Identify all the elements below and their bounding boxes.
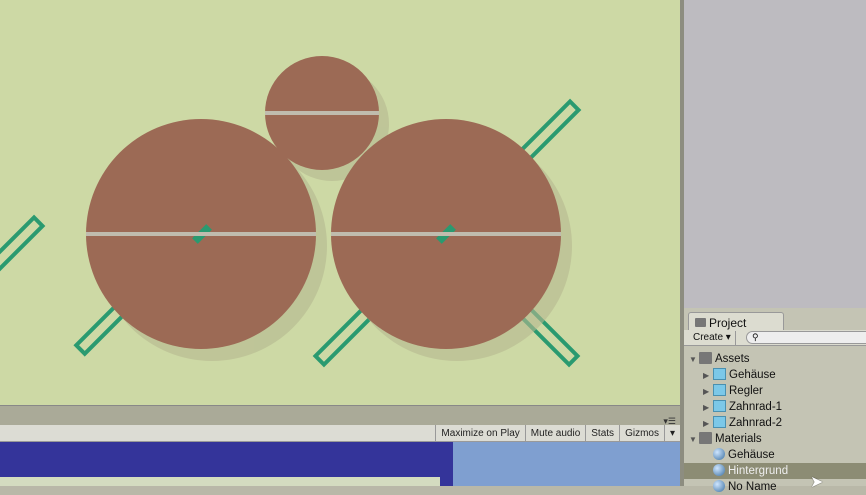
search-input[interactable]: ⚲ [746,331,866,344]
gizmos-dropdown-icon[interactable]: ▾ [663,425,680,441]
tree-item[interactable]: ▶ Gehäuse [684,367,866,383]
maximize-on-play-button[interactable]: Maximize on Play [435,425,524,441]
tree-item[interactable]: Hintergrund [684,463,866,479]
tree-item[interactable]: ▶ Regler [684,383,866,399]
tree-item[interactable]: ▼ Materials [684,431,866,447]
prefab-icon [713,384,726,396]
tree-item-label: Materials [715,433,762,445]
prefab-icon [713,400,726,412]
project-panel: Project Create ▾ ⚲ ▼ Assets ▶ Gehäuse ▶ Regle… [684,308,866,493]
expand-arrow-icon[interactable]: ▼ [689,432,699,448]
inspector-panel [684,0,866,308]
tree-item-label: Gehäuse [728,449,775,461]
tree-item-label: No Name [728,481,777,493]
gizmos-button[interactable]: Gizmos [619,425,664,441]
create-label: Create [693,332,724,343]
tab-label: Project [709,316,747,330]
stats-button[interactable]: Stats [585,425,619,441]
folder-icon [699,432,712,444]
material-icon [713,448,725,460]
tree-item-label: Gehäuse [729,369,776,381]
tree-item-label: Zahnrad-1 [729,401,783,413]
tab-project[interactable]: Project [688,312,784,330]
mute-audio-button[interactable]: Mute audio [524,425,585,441]
panel-separator: ▾☰ [0,405,680,426]
tree-item-label: Zahnrad-2 [729,417,783,429]
prefab-icon [713,368,726,380]
tree-item[interactable]: ▶ Zahnrad-1 [684,399,866,415]
material-icon [713,464,725,476]
folder-icon [695,318,706,327]
create-button[interactable]: Create ▾ [689,331,736,345]
tree-item[interactable]: ▼ Assets [684,351,866,367]
tree-item-label: Regler [729,385,763,397]
project-toolbar: Create ▾ ⚲ [684,330,866,346]
prefab-icon [713,416,726,428]
folder-icon [699,352,712,364]
tree-item-label: Hintergrund [728,465,789,477]
collapse-arrow-icon[interactable]: ▶ [703,416,713,432]
scene-canvas [0,56,582,368]
mouse-cursor-icon: ➤ [810,474,824,491]
bar-left-edge [0,214,46,286]
tree-item[interactable]: No Name [684,479,866,495]
tree-item[interactable]: ▶ Zahnrad-2 [684,415,866,431]
tree-item-label: Assets [715,353,750,365]
scene-view[interactable] [0,0,680,405]
game-view[interactable] [0,442,680,486]
collapse-arrow-icon[interactable]: ▶ [703,368,713,384]
collapse-arrow-icon[interactable]: ▶ [703,400,713,416]
material-icon [713,480,725,492]
game-toolbar: Maximize on Play Mute audio Stats Gizmos… [0,425,680,442]
search-icon: ⚲ [752,332,759,342]
game-ui-bar [0,477,440,486]
expand-arrow-icon[interactable]: ▼ [689,352,699,368]
tree-item[interactable]: Gehäuse [684,447,866,463]
collapse-arrow-icon[interactable]: ▶ [703,384,713,400]
